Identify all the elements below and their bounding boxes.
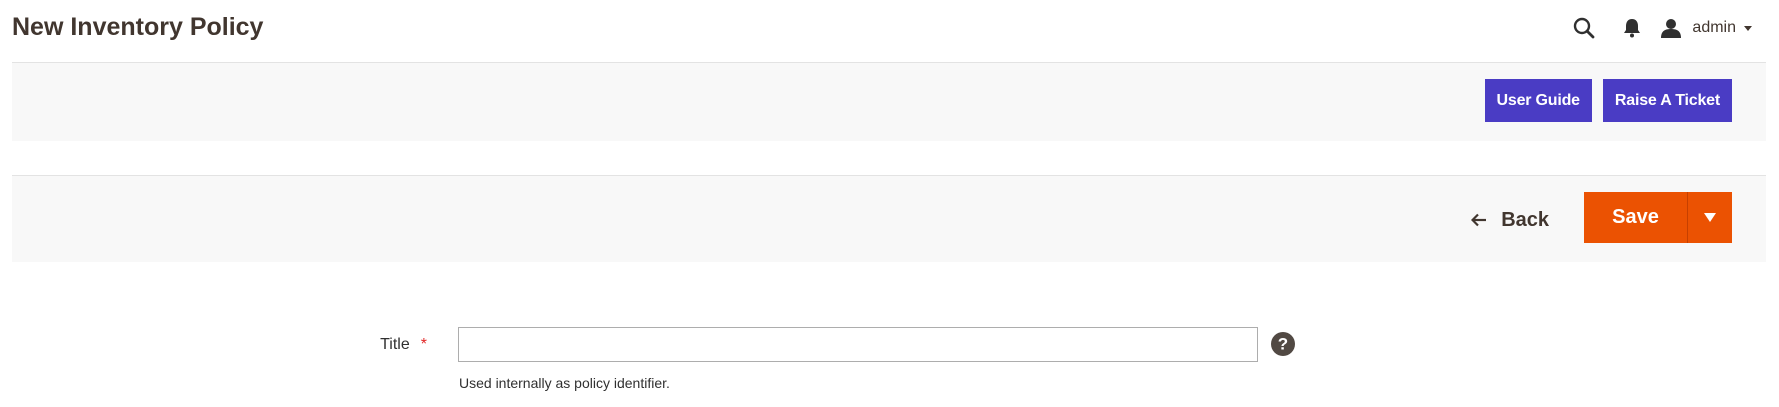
save-button[interactable]: Save bbox=[1584, 192, 1687, 243]
page-header: New Inventory Policy admin bbox=[12, 0, 1766, 63]
title-input[interactable] bbox=[458, 327, 1258, 362]
back-button[interactable]: Back bbox=[1471, 200, 1549, 240]
help-icon[interactable]: ? bbox=[1271, 332, 1295, 356]
user-icon bbox=[1660, 18, 1682, 38]
back-label: Back bbox=[1501, 208, 1549, 231]
bell-icon[interactable] bbox=[1610, 8, 1654, 48]
title-field-note: Used internally as policy identifier. bbox=[459, 375, 670, 391]
required-mark: * bbox=[420, 336, 427, 353]
page-title: New Inventory Policy bbox=[12, 13, 264, 41]
page-actions-bar: Back Save bbox=[12, 175, 1766, 262]
title-label: Title * bbox=[380, 336, 427, 354]
user-name: admin bbox=[1692, 19, 1736, 36]
save-split-button: Save bbox=[1584, 192, 1732, 243]
help-buttons: User Guide Raise A Ticket bbox=[1484, 79, 1732, 122]
chevron-down-icon bbox=[1744, 25, 1752, 31]
help-toolbar: User Guide Raise A Ticket bbox=[12, 63, 1766, 141]
search-icon[interactable] bbox=[1562, 8, 1606, 48]
user-guide-button[interactable]: User Guide bbox=[1484, 79, 1592, 122]
title-label-text: Title bbox=[380, 336, 410, 353]
save-options-toggle[interactable] bbox=[1687, 192, 1732, 243]
raise-ticket-button[interactable]: Raise A Ticket bbox=[1602, 79, 1732, 122]
user-menu[interactable]: admin bbox=[1660, 18, 1766, 38]
header-actions: admin bbox=[1562, 0, 1766, 56]
svg-text:?: ? bbox=[1278, 335, 1288, 354]
arrow-left-icon bbox=[1471, 213, 1487, 227]
triangle-down-icon bbox=[1704, 213, 1716, 222]
title-field-row: Title * ? bbox=[0, 327, 1779, 367]
